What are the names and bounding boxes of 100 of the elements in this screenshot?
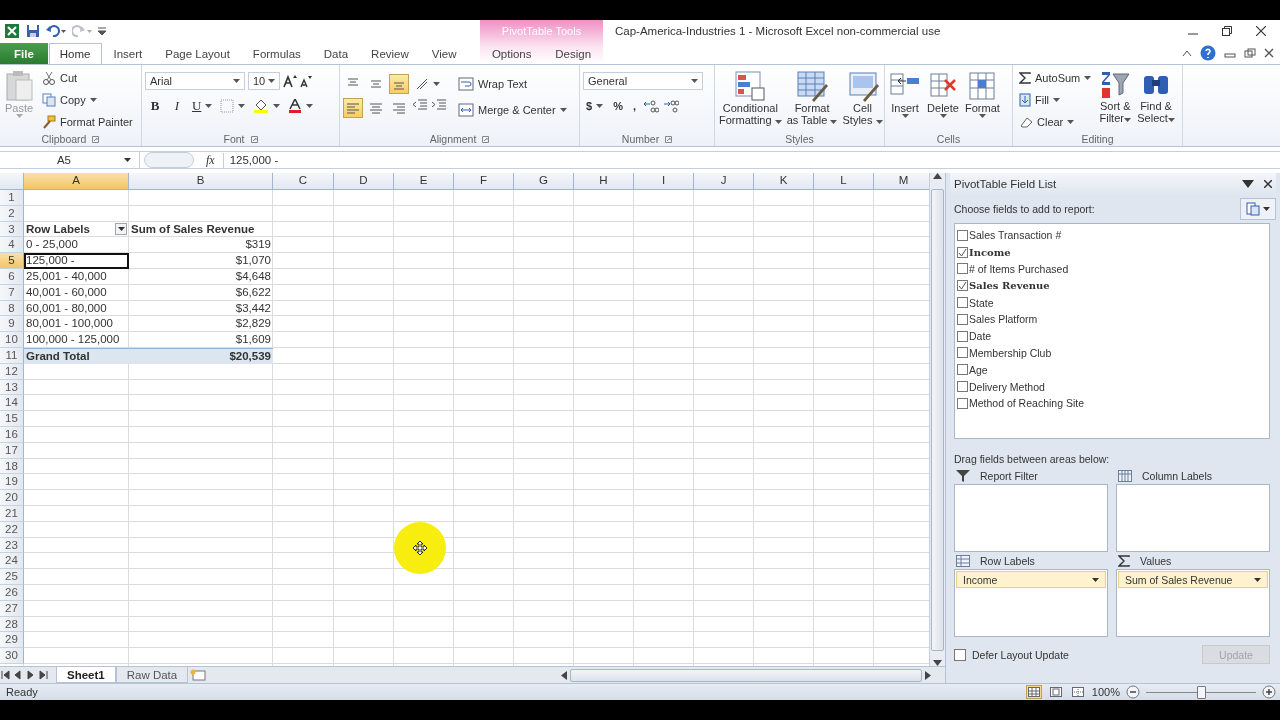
dialog-launcher-icon[interactable] <box>250 135 258 143</box>
column-header[interactable]: I <box>634 173 694 190</box>
drop-area[interactable]: Sum of Sales Revenue <box>1116 569 1270 637</box>
column-header[interactable]: C <box>273 173 334 190</box>
format-button[interactable]: Format <box>964 68 1001 132</box>
decrease-indent-icon[interactable] <box>412 98 428 112</box>
sort-filter-button[interactable]: Sort & Filter <box>1098 68 1133 132</box>
scrollbar-thumb[interactable] <box>931 188 944 651</box>
increase-decimal-icon[interactable] <box>642 99 659 113</box>
formula-bar-handle[interactable] <box>144 152 194 168</box>
vertical-scrollbar[interactable] <box>929 173 945 666</box>
layout-button[interactable] <box>1240 198 1276 220</box>
field-label[interactable]: # of Items Purchased <box>969 263 1069 275</box>
table-button[interactable]: Format as Table <box>785 68 839 132</box>
checkbox[interactable] <box>957 280 968 292</box>
increase-indent-icon[interactable] <box>431 98 447 112</box>
checkbox[interactable] <box>957 364 968 376</box>
field-label[interactable]: Membership Club <box>969 346 1052 359</box>
clear-button[interactable]: Clear <box>1016 112 1095 132</box>
cut-button[interactable]: Cut <box>39 68 136 88</box>
wrap-text-button[interactable]: Wrap Text <box>455 74 570 94</box>
ribbon-tab[interactable]: Review <box>360 43 420 64</box>
close-icon[interactable] <box>1256 26 1266 36</box>
field-chip[interactable]: Sum of Sales Revenue <box>1118 571 1268 588</box>
insert-button[interactable]: Insert <box>888 68 922 132</box>
undo-icon[interactable] <box>46 25 66 37</box>
column-header[interactable]: M <box>874 173 929 190</box>
row-header[interactable]: 10 <box>0 332 24 348</box>
zoom-level[interactable]: 100% <box>1091 686 1120 698</box>
fill-button[interactable]: Fill <box>1016 90 1095 110</box>
ribbon-tab[interactable]: Page Layout <box>154 43 241 64</box>
column-header[interactable]: G <box>514 173 574 190</box>
row-header[interactable]: 30 <box>0 648 24 664</box>
ribbon-tab[interactable]: Options <box>482 43 541 64</box>
sheet-tab[interactable]: Sheet1 <box>56 667 116 683</box>
close-icon[interactable] <box>1264 180 1272 188</box>
checkbox[interactable] <box>957 397 968 409</box>
align-left-button[interactable] <box>343 98 363 118</box>
row-header[interactable]: 15 <box>0 411 24 427</box>
bold-button[interactable]: B <box>145 96 165 116</box>
normal-view-button[interactable] <box>1025 685 1042 699</box>
page-layout-view-button[interactable] <box>1047 685 1064 699</box>
page-break-view-button[interactable] <box>1069 685 1086 699</box>
find-select-button[interactable]: Find & Select <box>1136 68 1176 132</box>
column-header[interactable]: D <box>334 173 394 190</box>
checkbox[interactable] <box>957 381 968 393</box>
zoom-in-icon[interactable] <box>1262 685 1276 699</box>
column-header[interactable]: J <box>694 173 754 190</box>
row-header[interactable]: 25 <box>0 569 24 585</box>
currency-button[interactable]: $ <box>583 96 607 116</box>
column-header[interactable]: H <box>574 173 634 190</box>
number-format-field[interactable]: General <box>583 72 703 90</box>
row-header[interactable]: 24 <box>0 553 24 570</box>
ribbon-tab[interactable]: Design <box>546 43 601 64</box>
ribbon-tab[interactable]: View <box>420 43 468 64</box>
close-icon[interactable] <box>1264 48 1274 58</box>
checkbox-label[interactable]: Defer Layout Update <box>972 648 1069 661</box>
shrink-font-icon[interactable] <box>300 74 312 88</box>
delete-button[interactable]: Delete <box>926 68 960 132</box>
checkbox[interactable] <box>957 297 968 309</box>
bottom-align-button[interactable] <box>389 74 409 94</box>
dialog-launcher-icon[interactable] <box>665 135 673 143</box>
filter-dropdown-button[interactable] <box>115 223 127 236</box>
autosum-button[interactable]: AutoSum <box>1016 68 1095 88</box>
checkbox[interactable] <box>957 263 968 275</box>
field-label[interactable]: Income <box>969 246 1011 258</box>
decrease-decimal-icon[interactable] <box>662 99 679 113</box>
cellstyles-button[interactable]: Cell Styles <box>841 68 884 132</box>
save-icon[interactable] <box>26 24 40 38</box>
field-label[interactable]: Delivery Method <box>969 380 1045 393</box>
ribbon-tab[interactable]: Insert <box>102 43 154 64</box>
checkbox[interactable] <box>957 347 968 359</box>
sheet-tab[interactable]: Raw Data <box>115 667 189 683</box>
formula-field[interactable]: 125,000 - <box>223 154 279 166</box>
font-size-field[interactable]: 10 <box>248 72 280 90</box>
row-header[interactable]: 14 <box>0 395 24 412</box>
italic-button[interactable]: I <box>167 96 187 116</box>
checkbox[interactable] <box>957 330 968 342</box>
field-chip[interactable]: Income <box>956 571 1106 588</box>
dialog-launcher-icon[interactable] <box>482 135 490 143</box>
field-label[interactable]: Sales Platform <box>969 313 1038 326</box>
merge-center-button[interactable]: Merge & Center <box>455 100 570 120</box>
underline-button[interactable]: U <box>189 96 216 116</box>
ribbon-tab[interactable]: Formulas <box>241 43 312 64</box>
column-header[interactable]: B <box>129 173 273 190</box>
field-label[interactable]: Sales Revenue <box>969 280 1050 292</box>
checkbox[interactable] <box>957 313 968 325</box>
copy-button[interactable]: Copy <box>39 90 136 110</box>
row-header[interactable]: 4 <box>0 237 24 254</box>
insert-function-button[interactable]: fx <box>198 152 224 168</box>
row-header[interactable]: 19 <box>0 474 24 491</box>
dropdown-icon[interactable] <box>1242 180 1254 188</box>
grow-font-icon[interactable] <box>283 74 297 88</box>
field-label[interactable]: Age <box>969 363 988 376</box>
row-header[interactable]: 9 <box>0 316 24 333</box>
row-header[interactable]: 20 <box>0 490 24 506</box>
restore-icon[interactable] <box>1222 26 1232 36</box>
column-header[interactable]: A <box>24 173 129 190</box>
column-header[interactable]: F <box>454 173 514 190</box>
comma-button[interactable]: , <box>629 96 639 116</box>
